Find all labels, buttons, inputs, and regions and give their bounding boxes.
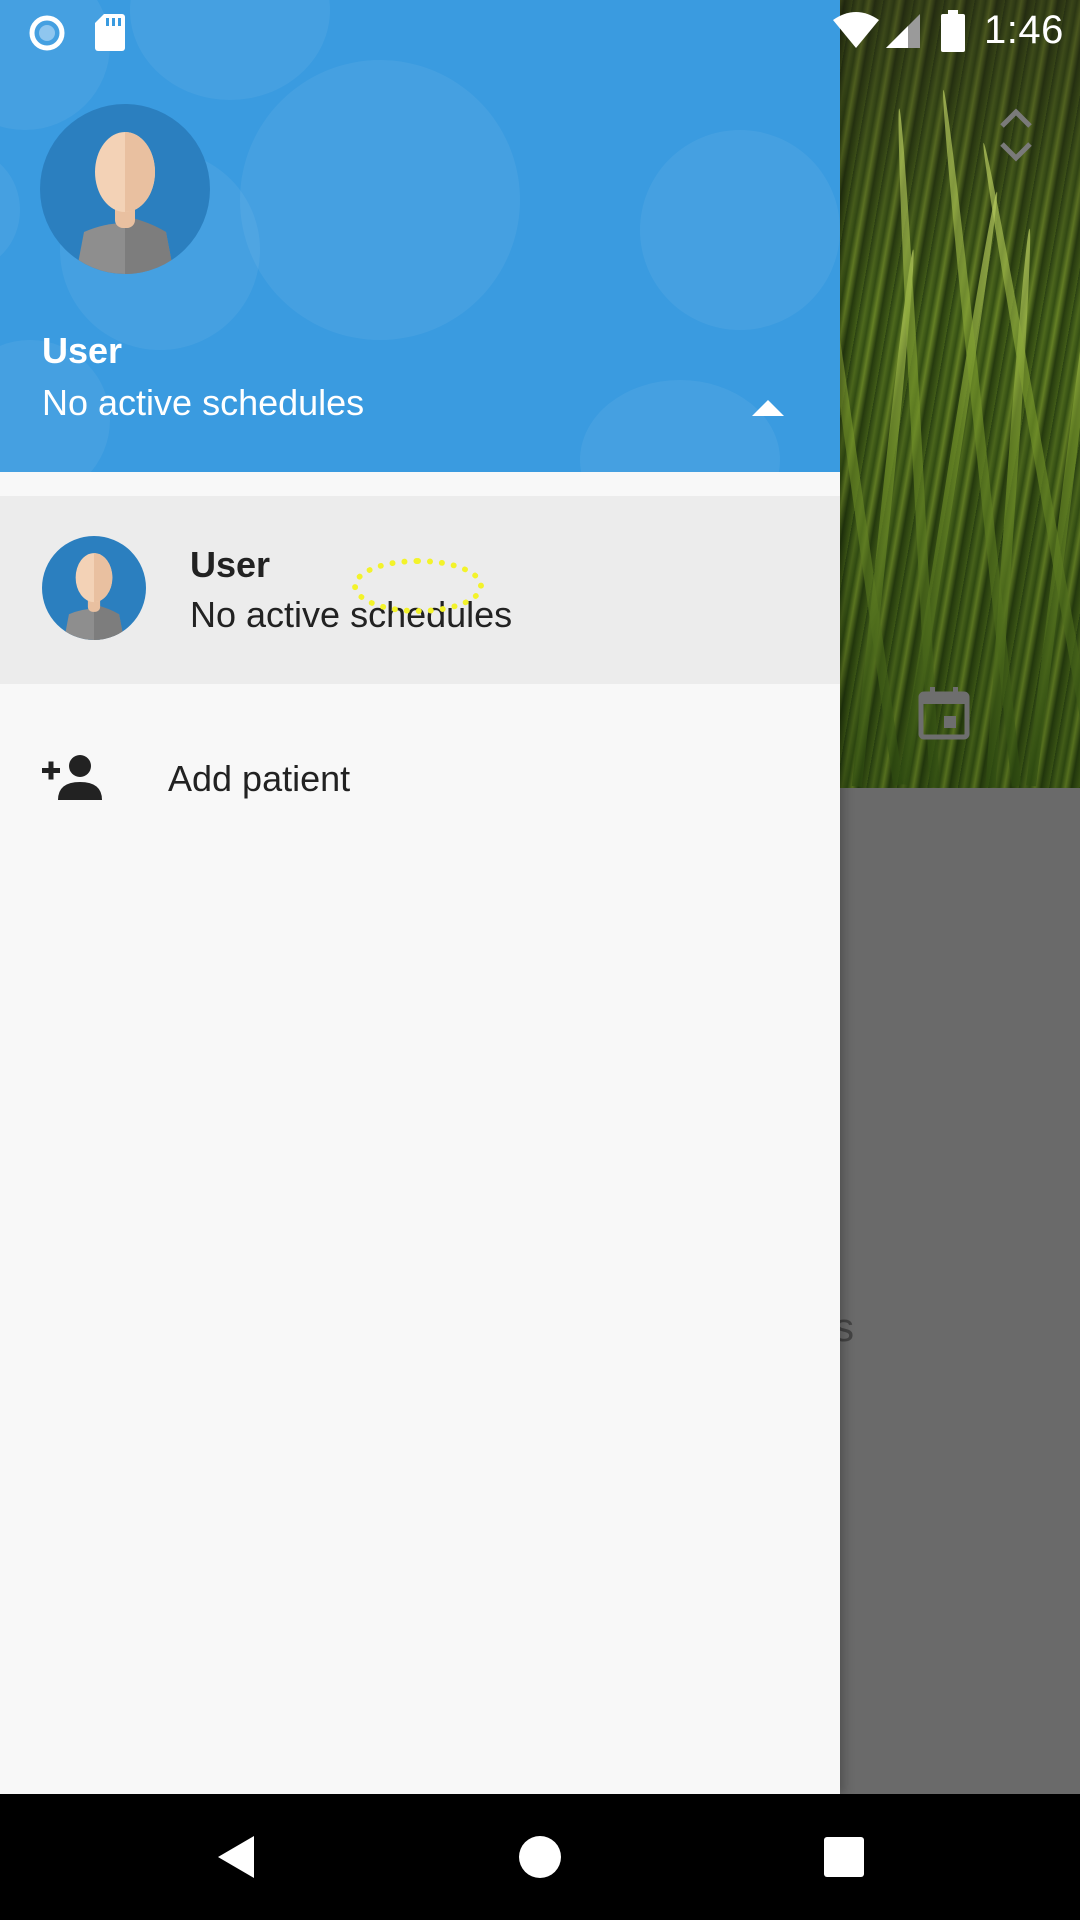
record-indicator-icon xyxy=(29,15,65,51)
triangle-up-icon xyxy=(752,400,784,416)
status-time: 1:46 xyxy=(984,8,1064,52)
home-button[interactable] xyxy=(480,1794,600,1920)
add-patient-button[interactable]: Add patient xyxy=(0,720,840,840)
account-schedule-status: No active schedules xyxy=(190,594,513,635)
battery-icon xyxy=(941,10,965,52)
account-list-toggle[interactable] xyxy=(740,390,796,426)
drawer-divider-space xyxy=(0,472,840,496)
wifi-icon xyxy=(833,12,879,48)
navigation-drawer: User No active schedules User No active … xyxy=(0,0,840,1794)
screen: s 1:46 User No active schedules User No … xyxy=(0,0,1080,1920)
person-add-icon xyxy=(42,755,102,800)
header-user-name: User xyxy=(42,330,123,371)
drawer-header: User No active schedules xyxy=(0,0,840,472)
account-avatar xyxy=(42,536,146,640)
account-list-item[interactable]: User No active schedules xyxy=(0,496,840,684)
reorder-icon xyxy=(1000,108,1032,162)
back-button[interactable] xyxy=(176,1794,296,1920)
sd-card-icon xyxy=(95,14,125,51)
calendar-icon xyxy=(918,687,970,740)
signal-icon xyxy=(886,14,920,48)
account-name: User xyxy=(190,544,271,585)
recents-icon xyxy=(824,1837,864,1877)
system-navigation-bar xyxy=(0,1794,1080,1920)
header-schedule-status: No active schedules xyxy=(42,382,365,423)
back-icon xyxy=(218,1836,254,1878)
status-bar: 1:46 xyxy=(0,0,1080,63)
recents-button[interactable] xyxy=(784,1794,904,1920)
header-avatar[interactable] xyxy=(40,104,210,274)
home-icon xyxy=(519,1836,561,1878)
add-patient-label: Add patient xyxy=(168,758,351,799)
